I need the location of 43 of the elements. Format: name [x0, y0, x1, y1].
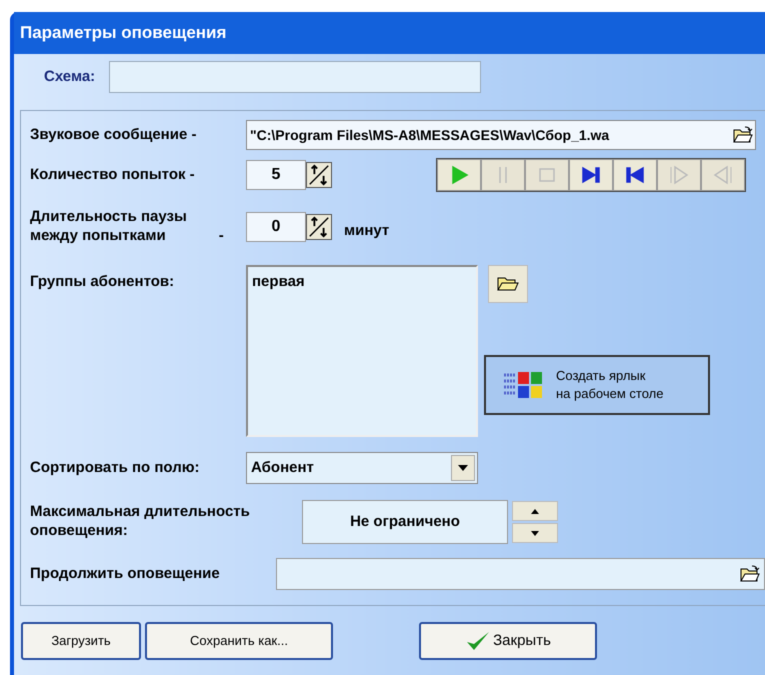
window-title: Параметры оповещения	[14, 12, 765, 54]
pause-label-line: Длительность паузы	[30, 208, 187, 227]
spin-arrows-icon[interactable]	[306, 214, 332, 240]
down-arrow-icon	[531, 530, 539, 536]
scheme-label: Схема:	[44, 66, 96, 87]
pause-dash: -	[218, 227, 224, 246]
dialog-button[interactable]: Сохранить как...	[145, 622, 333, 660]
attempts-field[interactable]: 5	[246, 160, 306, 190]
sort-dropdown[interactable]: Абонент	[246, 452, 478, 484]
up-arrow-icon	[531, 508, 539, 514]
max-duration-field[interactable]: Не ограничено	[302, 500, 508, 544]
decrease-button[interactable]	[512, 523, 558, 543]
pause-label-line: между попытками	[30, 227, 167, 246]
sound-file-field[interactable]: "C:\Program Files\MS-A8\MESSAGES\Wav\Сбор_1.wa	[246, 120, 756, 150]
attempts-label: Количество попыток -	[30, 166, 196, 184]
increase-button[interactable]	[512, 501, 558, 521]
open-groups-button[interactable]	[488, 265, 528, 303]
close-button[interactable]: Закрыть	[419, 622, 597, 660]
group-item[interactable]: первая	[252, 271, 472, 294]
create-shortcut-button[interactable]: Создать ярлык на рабочем столе	[484, 355, 710, 415]
scheme-field[interactable]	[109, 61, 482, 93]
max-duration-label-line: Максимальная длительность	[30, 503, 251, 522]
open-folder-icon[interactable]	[733, 126, 753, 144]
sound-file-path: "C:\Program Files\MS-A8\MESSAGES\Wav\Сбор_1.wa	[250, 126, 610, 145]
prev-icon	[624, 164, 646, 186]
open-folder-icon[interactable]	[740, 565, 760, 583]
groups-label: Группы абонентов:	[30, 273, 176, 292]
continue-label: Продолжить оповещение	[30, 564, 221, 584]
pause-field[interactable]: 0	[246, 212, 306, 242]
step-forward-icon	[668, 164, 690, 186]
folder-icon	[497, 276, 519, 292]
sort-label: Сортировать по полю:	[30, 458, 201, 478]
max-duration-label-line: оповещения:	[30, 522, 129, 541]
dialog-button[interactable]: Загрузить	[21, 622, 141, 660]
next-icon	[580, 164, 602, 186]
continue-field[interactable]	[276, 558, 765, 590]
spin-arrows-icon[interactable]	[306, 162, 332, 188]
step-back-icon	[712, 164, 734, 186]
minutes-label: минут	[344, 222, 390, 240]
next-button[interactable]	[569, 159, 613, 191]
checkmark-icon	[465, 630, 492, 652]
sound-message-label: Звуковое сообщение -	[30, 126, 198, 144]
prev-button[interactable]	[613, 159, 657, 191]
